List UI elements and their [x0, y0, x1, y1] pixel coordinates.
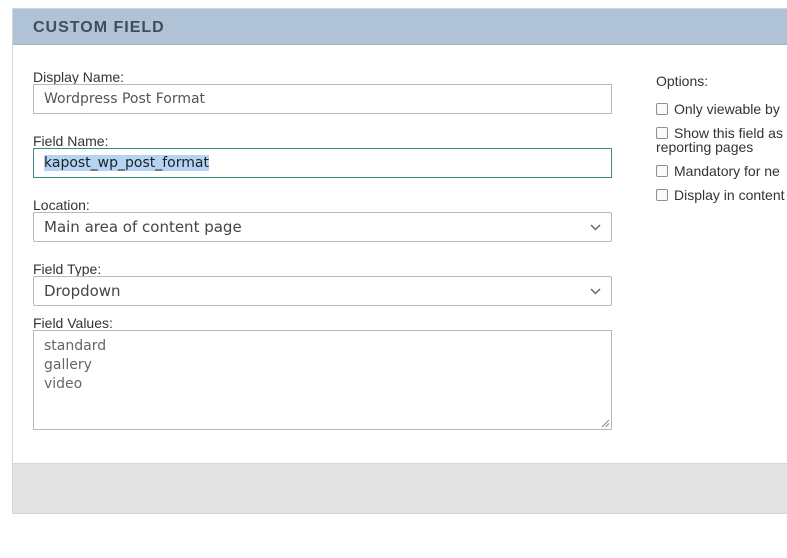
panel-title: CUSTOM FIELD	[33, 19, 165, 36]
custom-field-panel: CUSTOM FIELD Display Name: Wordpress Pos…	[12, 8, 787, 514]
field-type-label: Field Type:	[33, 261, 102, 277]
resize-handle-icon[interactable]	[601, 419, 610, 428]
panel-footer	[13, 463, 787, 513]
location-label: Location:	[33, 197, 90, 213]
field-values-label: Field Values:	[33, 315, 113, 331]
field-values-textarea[interactable]: standard gallery video	[33, 330, 612, 430]
checkbox[interactable]	[656, 189, 668, 201]
option-show-field-as[interactable]: Show this field as reporting pages	[656, 126, 783, 154]
display-name-label: Display Name:	[33, 69, 125, 85]
option-display-in-content[interactable]: Display in content	[656, 188, 785, 202]
option-label: Mandatory for ne	[674, 163, 780, 179]
field-value-line: video	[44, 376, 83, 392]
checkbox[interactable]	[656, 165, 668, 177]
option-mandatory[interactable]: Mandatory for ne	[656, 164, 780, 178]
display-name-value: Wordpress Post Format	[44, 91, 206, 107]
checkbox[interactable]	[656, 103, 668, 115]
panel-header: CUSTOM FIELD	[13, 9, 787, 45]
field-name-label: Field Name:	[33, 133, 109, 149]
option-label: Display in content	[674, 187, 785, 203]
location-selected-value: Main area of content page	[44, 218, 242, 236]
field-value-line: gallery	[44, 357, 92, 373]
field-type-select[interactable]: Dropdown	[33, 276, 612, 306]
chevron-down-icon	[590, 224, 601, 231]
option-label: Only viewable by	[674, 101, 780, 117]
field-type-selected-value: Dropdown	[44, 282, 121, 300]
field-value-line: standard	[44, 338, 107, 354]
option-label-continued: reporting pages	[656, 139, 754, 155]
location-select[interactable]: Main area of content page	[33, 212, 612, 242]
option-only-viewable[interactable]: Only viewable by	[656, 102, 780, 116]
chevron-down-icon	[590, 288, 601, 295]
field-name-input[interactable]: kapost_wp_post_format	[33, 148, 612, 178]
field-name-value: kapost_wp_post_format	[44, 155, 209, 171]
options-label: Options:	[656, 73, 709, 89]
checkbox[interactable]	[656, 127, 668, 139]
display-name-input[interactable]: Wordpress Post Format	[33, 84, 612, 114]
